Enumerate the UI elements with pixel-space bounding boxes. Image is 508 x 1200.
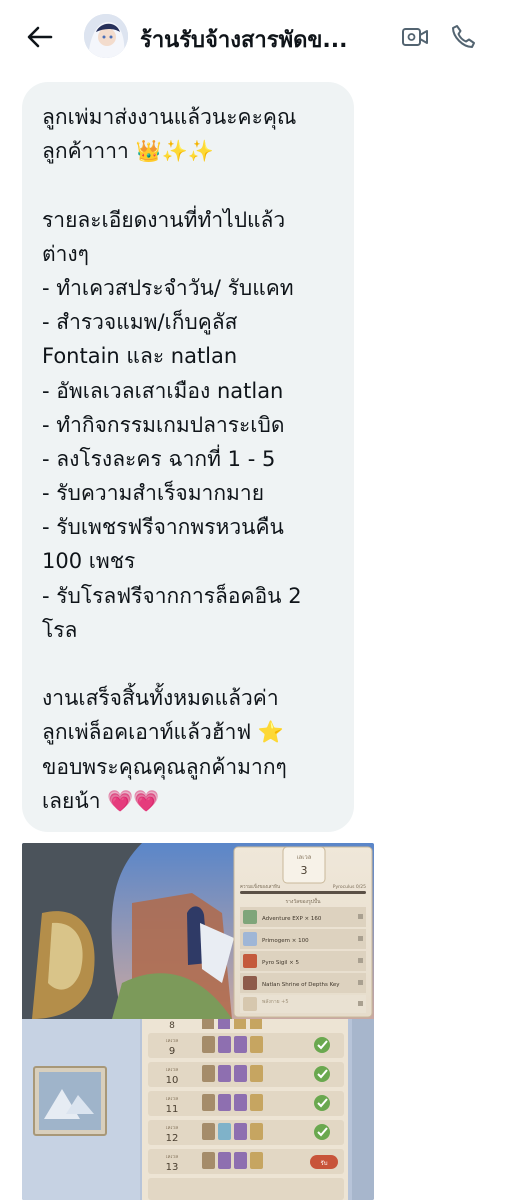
message-line: - สำรวจแมพ/เก็บคูลัส: [42, 310, 238, 335]
level-value: 3: [301, 864, 308, 877]
voice-call-button[interactable]: [446, 20, 480, 54]
message-line: - รับโรลฟรีจากการล็อคอิน 2: [42, 583, 302, 608]
reward-item: Adventure EXP × 160: [262, 916, 322, 922]
message-line: เลยน้า 💗💗: [42, 788, 160, 813]
message-line: 100 เพชร: [42, 549, 136, 574]
message-line: Fontain และ natlan: [42, 344, 238, 369]
message-line: - รับเพชรฟรีจากพรหวนคืน: [42, 515, 284, 540]
game-screenshot-rewards[interactable]: เลเวล 3 ความแข็งของเสาหิน Pyroculus 0/25…: [22, 843, 374, 1019]
level-label: เลเวล: [166, 1067, 178, 1073]
message-line: - ลงโรงละคร ฉากที่ 1 - 5: [42, 446, 276, 471]
level-label: เลเวล: [166, 1154, 178, 1160]
reward-item: Pyro Sigil × 5: [262, 960, 299, 966]
message-line: - ทำเควสประจำวัน/ รับแคท: [42, 275, 294, 300]
chat-title[interactable]: ร้านรับจ้างสารพัดข...: [140, 22, 380, 57]
message-line: ขอบพระคุณคุณลูกค้ามากๆ: [42, 754, 287, 779]
message-line: รายละเอียดงานที่ทำไปแล้ว: [42, 207, 286, 232]
level-number: 10: [166, 1075, 179, 1086]
message-line: ลูกเพ่มาส่งงานแล้วนะคะคุณ: [42, 105, 297, 129]
level-label: เลเวล: [297, 854, 312, 861]
game-screenshot-levels[interactable]: 8 เลเวล 9 เลเวล 10 เลเวล 11 เลเวล 12 เลเ…: [22, 1019, 374, 1200]
phone-icon: [452, 25, 475, 48]
message-line: - ทำกิจกรรมเกมปลาระเบิด: [42, 412, 285, 437]
level-label: เลเวล: [166, 1096, 178, 1102]
video-camera-icon: [402, 28, 428, 46]
avatar[interactable]: [84, 14, 128, 58]
message-line: ลูกเพ่ล็อคเอาท์แล้วฮ้าฟ ⭐: [42, 720, 285, 745]
message-line: โรล: [42, 617, 78, 642]
progress-text: Pyroculus 0/25: [333, 884, 366, 890]
video-call-button[interactable]: [398, 20, 432, 54]
level-number: 13: [166, 1162, 179, 1173]
level-number: 11: [166, 1104, 179, 1115]
back-button[interactable]: [20, 20, 60, 54]
message-line: งานเสร็จสิ้นทั้งหมดแล้วค่า: [42, 686, 279, 711]
message-line: - รับความสำเร็จมากมาย: [42, 481, 264, 506]
message-line: ต่างๆ: [42, 241, 89, 266]
attached-media[interactable]: เลเวล 3 ความแข็งของเสาหิน Pyroculus 0/25…: [22, 843, 374, 1200]
message-line: ลูกค้าาาา 👑✨✨: [42, 139, 214, 164]
message-bubble: ลูกเพ่มาส่งงานแล้วนะคะคุณ ลูกค้าาาา 👑✨✨ …: [22, 82, 354, 832]
reward-extra: พลังกาย +5: [262, 999, 289, 1005]
level-label: เลเวล: [166, 1038, 178, 1044]
arrow-left-icon: [27, 26, 53, 48]
message-line: - อัพเลเวลเสาเมือง natlan: [42, 378, 284, 403]
level-number: 12: [166, 1133, 179, 1144]
reward-item: Primogem × 100: [262, 938, 309, 944]
chat-header: ร้านรับจ้างสารพัดข...: [0, 0, 508, 74]
reward-item: Natlan Shrine of Depths Key: [262, 982, 340, 988]
level-number: 9: [169, 1046, 175, 1057]
level-label: เลเวล: [166, 1125, 178, 1131]
claim-button: รับ: [320, 1160, 327, 1167]
level-number: 8: [169, 1021, 175, 1031]
